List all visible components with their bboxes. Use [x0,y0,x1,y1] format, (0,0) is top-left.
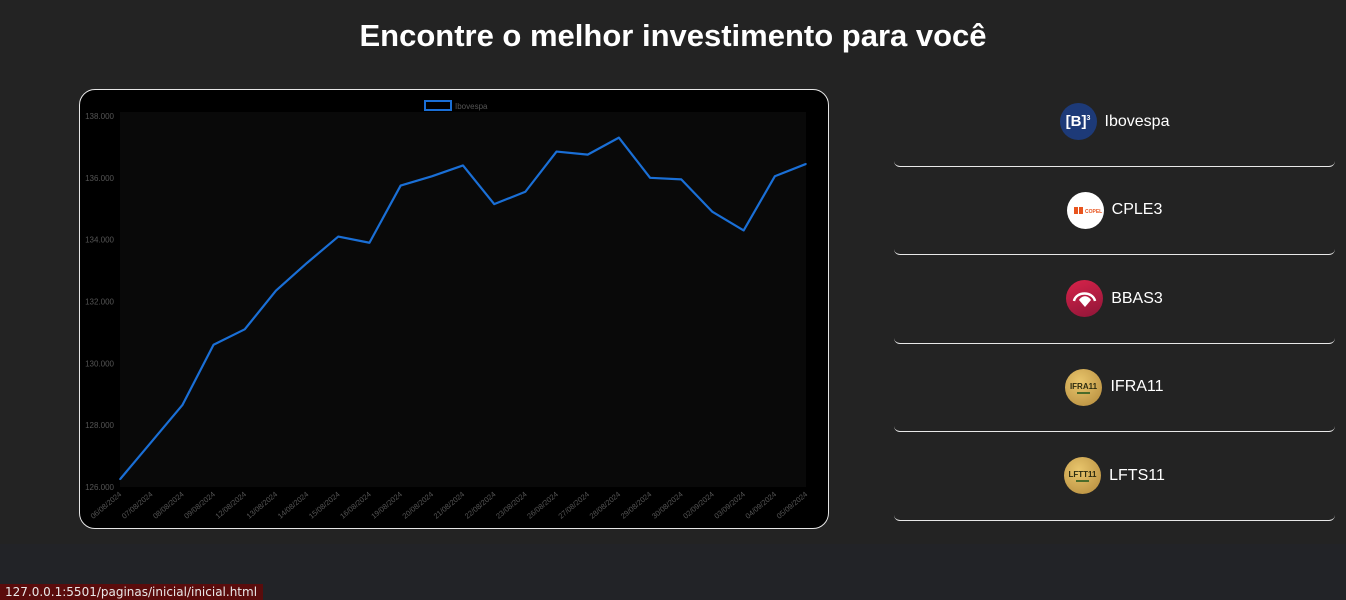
bradesco-logo-icon [1066,280,1104,318]
status-url: 127.0.0.1:5501/paginas/inicial/inicial.h… [0,584,264,600]
x-tick-label: 13/08/2024 [245,490,280,521]
x-tick-label: 02/09/2024 [681,490,716,521]
x-tick-label: 03/09/2024 [712,490,747,521]
y-tick-label: 132.000 [85,298,114,307]
x-tick-label: 29/08/2024 [619,490,654,521]
data-point [150,441,152,443]
x-tick-label: 04/09/2024 [744,490,779,521]
x-tick-label: 22/08/2024 [463,490,498,521]
data-point [275,289,277,292]
svg-text:COPEL: COPEL [1085,209,1102,215]
data-point [119,478,121,481]
x-tick-label: 27/08/2024 [556,490,591,521]
data-point [618,136,620,139]
b3-logo-icon: [B]3 [1059,103,1097,141]
asset-item-ibovespa[interactable]: [B]3 Ibovespa [894,78,1335,167]
ifra11-coin-icon: IFRA11 [1065,368,1103,406]
x-tick-label: 21/08/2024 [432,490,467,521]
legend-swatch [424,100,452,111]
x-tick-label: 15/08/2024 [307,490,342,521]
data-point [431,175,433,178]
y-tick-label: 138.000 [85,112,114,121]
asset-item-lfts11[interactable]: LFTT11 LFTS11 [894,432,1335,521]
y-tick-label: 126.000 [85,483,114,492]
data-point [337,235,340,238]
asset-name: CPLE3 [1111,201,1163,219]
x-tick-label: 28/08/2024 [588,490,623,521]
x-tick-label: 09/08/2024 [182,490,217,521]
asset-item-cple3[interactable]: COPEL CPLE3 [894,167,1335,255]
y-tick-label: 134.000 [85,236,114,245]
y-tick-label: 128.000 [85,421,114,430]
data-point [774,175,776,178]
data-point [368,241,371,244]
y-tick-label: 136.000 [85,174,114,183]
data-point [212,343,215,346]
data-point [649,177,651,179]
y-tick-label: 130.000 [85,359,114,368]
asset-name: IFRA11 [1110,378,1164,396]
data-point [181,404,184,406]
x-tick-label: 05/09/2024 [775,490,810,521]
ibovespa-line-chart: 126.000 128.000 130.000 132.000 134.000 136.0… [85,100,810,521]
data-point [399,184,402,187]
x-tick-label: 20/08/2024 [401,490,436,521]
chart-card: 126.000 128.000 130.000 132.000 134.000 136.0… [79,89,829,529]
svg-text:IFRA11: IFRA11 [1070,382,1098,391]
data-point [711,211,714,213]
svg-text:LFTT11: LFTT11 [1069,470,1098,479]
asset-item-ifra11[interactable]: IFRA11 IFRA11 [894,344,1335,432]
x-tick-label: 08/08/2024 [151,490,186,521]
page-title: Encontre o melhor investimento para você [359,18,987,53]
asset-name: Ibovespa [1104,112,1170,130]
x-tick-label: 16/08/2024 [338,490,373,521]
x-tick-label: 19/08/2024 [369,490,404,521]
asset-list: [B]3 Ibovespa COPEL CPLE3 BBAS3 IFRA11 IFRA11 L… [894,78,1335,521]
data-point [555,150,558,153]
plot-area [120,112,806,487]
x-tick-label: 07/08/2024 [120,490,155,521]
legend-label: Ibovespa [455,102,488,111]
asset-name: LFTS11 [1109,466,1165,484]
data-point [586,153,589,156]
data-point [493,203,495,205]
data-point [524,190,527,193]
x-tick-label: 30/08/2024 [650,490,685,521]
asset-item-bbas3[interactable]: BBAS3 [894,255,1335,344]
data-point [742,229,745,232]
x-tick-label: 23/08/2024 [494,490,529,521]
data-point [306,262,308,264]
x-tick-label: 26/08/2024 [525,490,560,521]
lfts11-coin-icon: LFTT11 [1064,457,1102,495]
data-point [680,178,683,181]
x-tick-label: 06/08/2024 [89,490,124,521]
x-tick-label: 14/08/2024 [276,490,311,521]
data-point [462,164,464,167]
asset-name: BBAS3 [1111,289,1163,307]
main-section: Encontre o melhor investimento para você… [0,0,1346,544]
copel-logo-icon: COPEL [1066,191,1104,229]
data-point [805,163,807,165]
data-point [243,328,246,331]
x-tick-label: 12/08/2024 [213,490,248,521]
